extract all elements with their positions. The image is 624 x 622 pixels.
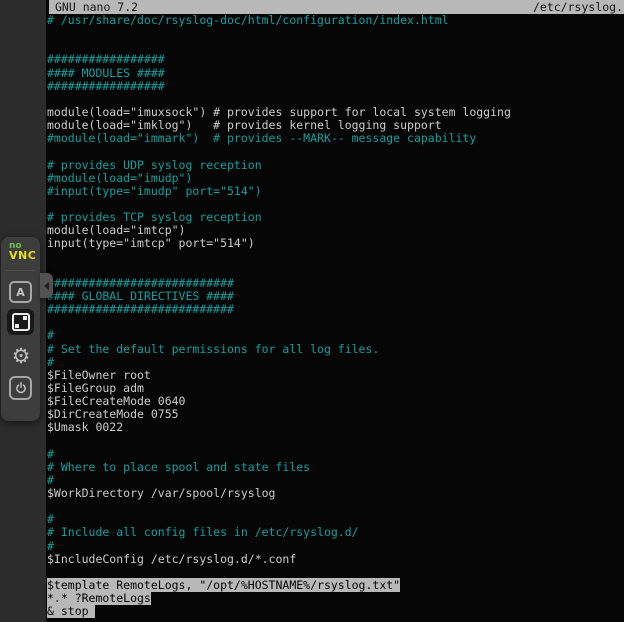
- desktop: { "colors": { "terminal-bg": "#060606", …: [0, 0, 624, 622]
- terminal-line: #module(load="imudp"): [47, 172, 624, 185]
- terminal-line: #: [47, 448, 624, 461]
- terminal-line: [47, 251, 624, 264]
- terminal-line: #: [47, 356, 624, 369]
- fullscreen-icon: [12, 313, 30, 331]
- extra-keys-button[interactable]: A: [9, 281, 32, 303]
- terminal-line: $Umask 0022: [47, 421, 624, 434]
- terminal-line: [47, 145, 624, 158]
- terminal-line: #input(type="imudp" port="514"): [47, 185, 624, 198]
- control-bar-handle[interactable]: [40, 273, 53, 298]
- editor-content: # /usr/share/doc/rsyslog-doc/html/config…: [47, 14, 624, 622]
- terminal-line: $FileOwner root: [47, 369, 624, 382]
- terminal-line: #: [47, 540, 624, 553]
- terminal-line: # Set the default permissions for all lo…: [47, 343, 624, 356]
- terminal-line: [47, 93, 624, 106]
- terminal-line: [47, 264, 624, 277]
- terminal-line: & stop: [47, 605, 624, 618]
- terminal-line: $DirCreateMode 0755: [47, 408, 624, 421]
- fullscreen-button[interactable]: [7, 309, 34, 335]
- nano-titlebar: GNU nano 7.2 /etc/rsyslog.: [49, 0, 624, 14]
- control-bar-divider: [6, 270, 35, 271]
- terminal-line: #### MODULES ####: [47, 67, 624, 80]
- terminal-line: $WorkDirectory /var/spool/rsyslog: [47, 487, 624, 500]
- terminal-line: #################: [47, 53, 624, 66]
- nano-version-label: GNU nano 7.2: [55, 0, 138, 14]
- terminal-line: # Include all config files in /etc/rsysl…: [47, 526, 624, 539]
- terminal-line: #module(load="immark") # provides --MARK…: [47, 132, 624, 145]
- power-icon: [14, 381, 28, 395]
- terminal-line: [47, 435, 624, 448]
- terminal-line: #################: [47, 80, 624, 93]
- disconnect-button[interactable]: [9, 376, 32, 400]
- terminal-line: #: [47, 329, 624, 342]
- terminal-line: # provides UDP syslog reception: [47, 159, 624, 172]
- terminal-line: [47, 500, 624, 513]
- letter-a-icon: A: [16, 286, 25, 299]
- nano-terminal[interactable]: GNU nano 7.2 /etc/rsyslog. # /usr/share/…: [46, 0, 624, 622]
- terminal-line: $IncludeConfig /etc/rsyslog.d/*.conf: [47, 553, 624, 566]
- terminal-line: *.* ?RemoteLogs: [47, 592, 624, 605]
- terminal-line: [47, 316, 624, 329]
- terminal-line: ###########################: [47, 277, 624, 290]
- terminal-line: # /usr/share/doc/rsyslog-doc/html/config…: [47, 14, 624, 27]
- terminal-line: input(type="imtcp" port="514"): [47, 237, 624, 250]
- novnc-control-bar: no VNC A ⚙: [1, 237, 40, 421]
- gear-icon: ⚙: [12, 343, 31, 370]
- novnc-logo: no VNC: [1, 242, 40, 261]
- settings-button[interactable]: ⚙: [9, 343, 33, 370]
- novnc-logo-vnc: VNC: [9, 250, 40, 261]
- nano-filename-label: /etc/rsyslog.: [533, 0, 623, 14]
- terminal-line: # Where to place spool and state files: [47, 461, 624, 474]
- terminal-line: ###########################: [47, 303, 624, 316]
- terminal-line: [47, 27, 624, 40]
- collapse-arrow-icon: [44, 282, 49, 290]
